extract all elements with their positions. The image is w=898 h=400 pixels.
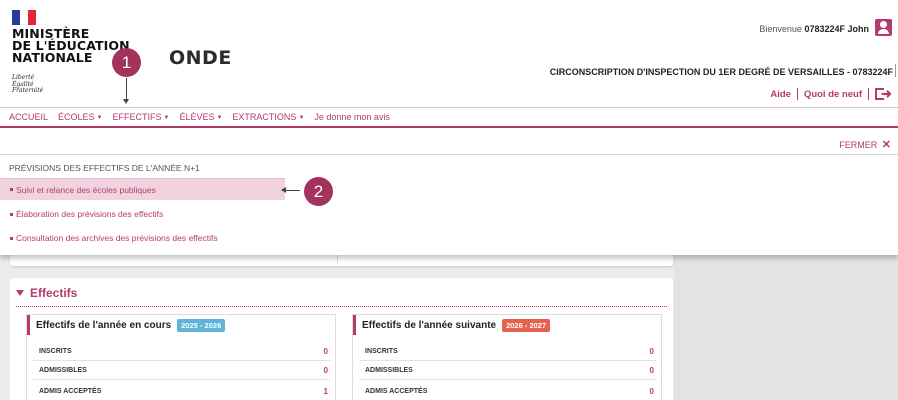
row-value[interactable]: 0: [324, 366, 331, 375]
year-badge: 2025 - 2026: [177, 318, 226, 332]
bullet-icon: [10, 188, 13, 191]
row-label: INSCRITS: [365, 348, 398, 355]
republic-motto: Liberté Égalité Fraternité: [12, 74, 44, 95]
nav-extractions[interactable]: EXTRACTIONS ▼: [232, 112, 304, 122]
bullet-icon: [10, 212, 13, 216]
nav-feedback[interactable]: Je donne mon avis: [314, 112, 390, 122]
chevron-down-icon: ▼: [96, 115, 103, 121]
welcome-prefix: Bienvenue: [759, 24, 802, 34]
year-badge: 2026 - 2027: [502, 318, 551, 332]
card-header: Effectifs de l'année en cours 2025 - 202…: [27, 315, 335, 335]
close-button[interactable]: FERMER ✕: [839, 138, 891, 151]
table-row: ADMIS ACCEPTÉS 1: [33, 382, 331, 400]
menu-item-label: Élaboration des prévisions des effectifs: [16, 209, 164, 219]
row-label: ADMIS ACCEPTÉS: [365, 387, 428, 395]
effectifs-dropdown-panel: FERMER ✕ PRÉVISIONS DES EFFECTIFS DE L'A…: [0, 128, 898, 255]
step-badge-2: 2: [304, 177, 333, 206]
nav-effectifs[interactable]: EFFECTIFS ▼: [112, 112, 169, 122]
nav-accueil[interactable]: ACCUEIL: [9, 112, 48, 122]
header-links: Aide Quoi de neuf ➜: [770, 87, 893, 101]
section-title: Effectifs: [30, 286, 78, 300]
row-value[interactable]: 0: [650, 387, 657, 396]
bullet-icon: [10, 236, 13, 240]
table-row: INSCRITS 0: [33, 343, 331, 361]
nav-label: EFFECTIFS: [112, 112, 162, 122]
link-divider: [796, 88, 798, 100]
table-row: INSCRITS 0: [359, 343, 657, 361]
row-label: ADMISSIBLES: [365, 367, 413, 374]
french-flag-icon: [12, 10, 36, 25]
chevron-down-icon: ▼: [298, 115, 305, 121]
nav-label: ÉLÈVES: [179, 112, 215, 122]
arrow-down-icon: [123, 78, 129, 104]
next-year-card: Effectifs de l'année suivante 2026 - 202…: [352, 314, 662, 400]
row-value[interactable]: 0: [650, 347, 657, 356]
caret-down-icon: [16, 290, 24, 296]
menu-item-label: Suivi et relance des écoles publiques: [16, 184, 156, 195]
row-value[interactable]: 0: [324, 347, 331, 356]
table-row: ADMISSIBLES 0: [33, 362, 331, 380]
row-value[interactable]: 0: [650, 366, 657, 375]
row-label: ADMISSIBLES: [39, 367, 87, 374]
nav-ecoles[interactable]: ÉCOLES ▼: [58, 112, 102, 122]
main-nav: ACCUEIL ÉCOLES ▼ EFFECTIFS ▼ ÉLÈVES ▼ EXTRA…: [0, 107, 898, 128]
circonscription-divider: [895, 64, 896, 77]
card-title: Effectifs de l'année suivante: [362, 319, 497, 331]
step-badge-1: 1: [112, 48, 141, 77]
nav-eleves[interactable]: ÉLÈVES ▼: [179, 112, 222, 122]
row-label: ADMIS ACCEPTÉS: [39, 387, 102, 395]
menu-item-archives[interactable]: Consultation des archives des prévisions…: [0, 227, 218, 249]
circonscription-label: CIRCONSCRIPTION D'INSPECTION DU 1ER DEGR…: [549, 67, 893, 77]
user-avatar-icon[interactable]: [875, 19, 892, 36]
nav-label: Je donne mon avis: [314, 112, 390, 122]
close-icon: ✕: [881, 139, 891, 151]
row-label: INSCRITS: [39, 348, 72, 355]
table-row: ADMIS ACCEPTÉS 0: [359, 382, 657, 400]
menu-item-label: Consultation des archives des prévisions…: [16, 233, 218, 243]
chevron-down-icon: ▼: [163, 115, 170, 121]
panel-title: PRÉVISIONS DES EFFECTIFS DE L'ANNÉE N+1: [9, 163, 200, 173]
section-divider: [16, 306, 667, 307]
motto-fraternite: Fraternité: [12, 87, 44, 94]
table-row: ADMISSIBLES 0: [359, 362, 657, 380]
menu-item-elaboration[interactable]: Élaboration des prévisions des effectifs: [0, 203, 163, 225]
whats-new-link[interactable]: Quoi de neuf: [804, 89, 862, 100]
close-label: FERMER: [839, 140, 878, 150]
help-link[interactable]: Aide: [770, 89, 791, 100]
card-header: Effectifs de l'année suivante 2026 - 202…: [353, 315, 661, 335]
effectifs-section: Effectifs Effectifs de l'année en cours …: [10, 278, 673, 400]
card-title: Effectifs de l'année en cours: [36, 319, 172, 331]
row-value[interactable]: 1: [324, 387, 331, 396]
effectifs-toggle[interactable]: Effectifs: [16, 286, 77, 300]
menu-item-suivi-relance[interactable]: Suivi et relance des écoles publiques: [0, 178, 285, 200]
right-column-background: [674, 255, 898, 400]
nav-label: ACCUEIL: [9, 112, 49, 122]
welcome-message: Bienvenue 0783224F John: [759, 24, 869, 34]
user-name: 0783224F John: [804, 24, 869, 34]
nav-label: ÉCOLES: [58, 112, 95, 122]
logout-icon[interactable]: ➜: [875, 87, 893, 101]
panel-divider: [0, 154, 898, 155]
chevron-down-icon: ▼: [216, 115, 223, 121]
app-title[interactable]: ONDE: [169, 47, 232, 69]
arrow-left-icon: [281, 187, 300, 193]
nav-label: EXTRACTIONS: [232, 112, 297, 122]
current-year-card: Effectifs de l'année en cours 2025 - 202…: [26, 314, 336, 400]
link-divider: [868, 88, 869, 100]
